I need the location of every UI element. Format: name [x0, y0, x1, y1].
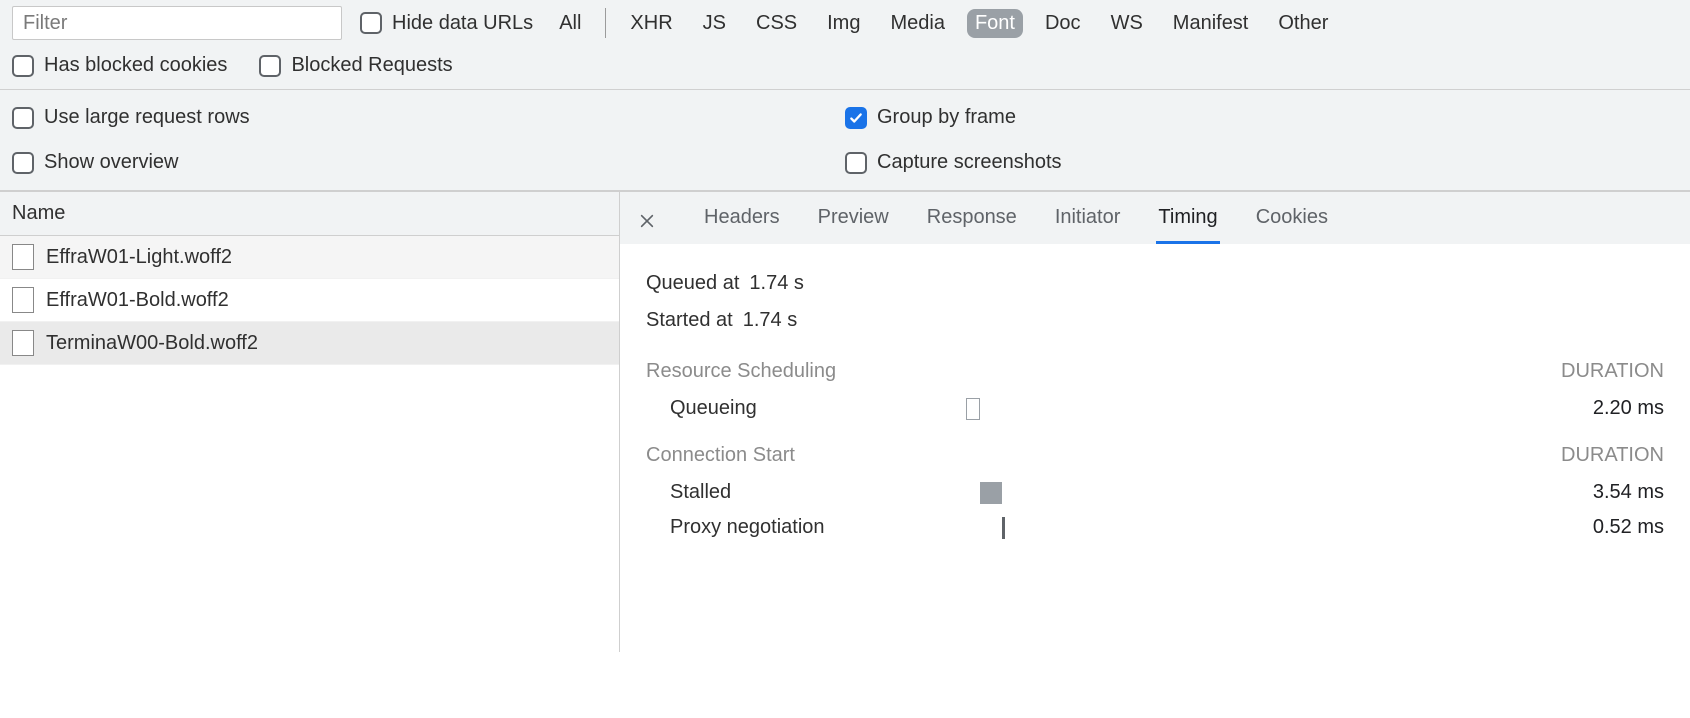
duration-header: DURATION — [1561, 360, 1664, 383]
hide-data-urls-label: Hide data URLs — [392, 12, 533, 35]
network-split-view: Name EffraW01-Light.woff2 EffraW01-Bold.… — [0, 192, 1690, 652]
file-icon — [12, 287, 34, 313]
section-title: Connection Start — [646, 444, 795, 467]
request-name: TerminaW00-Bold.woff2 — [46, 332, 258, 355]
filter-css[interactable]: CSS — [748, 9, 805, 38]
duration-header: DURATION — [1561, 444, 1664, 467]
tab-response[interactable]: Response — [925, 198, 1019, 244]
group-by-frame-label: Group by frame — [877, 106, 1016, 129]
timing-bar-icon — [966, 398, 980, 420]
tab-timing[interactable]: Timing — [1156, 198, 1219, 244]
detail-tab-bar: Headers Preview Response Initiator Timin… — [620, 192, 1690, 244]
tab-preview[interactable]: Preview — [816, 198, 891, 244]
use-large-rows-checkbox[interactable]: Use large request rows — [12, 106, 845, 129]
filter-ws[interactable]: WS — [1103, 9, 1151, 38]
metric-label: Proxy negotiation — [646, 516, 966, 539]
filter-img[interactable]: Img — [819, 9, 868, 38]
filter-media[interactable]: Media — [882, 9, 952, 38]
capture-screenshots-checkbox[interactable]: Capture screenshots — [845, 151, 1678, 174]
checkbox-box — [845, 152, 867, 174]
metric-stalled: Stalled 3.54 ms — [646, 475, 1664, 510]
timing-bar-icon — [1002, 517, 1005, 539]
table-row[interactable]: EffraW01-Bold.woff2 — [0, 279, 619, 322]
request-name: EffraW01-Light.woff2 — [46, 246, 232, 269]
filter-input[interactable] — [12, 6, 342, 40]
tab-initiator[interactable]: Initiator — [1053, 198, 1123, 244]
file-icon — [12, 330, 34, 356]
metric-proxy-negotiation: Proxy negotiation 0.52 ms — [646, 510, 1664, 545]
network-filter-bar: Hide data URLs All XHR JS CSS Img Media … — [0, 0, 1690, 90]
close-icon[interactable] — [634, 208, 660, 234]
timing-queued-at: Queued at 1.74 s — [646, 268, 1664, 305]
queued-at-value: 1.74 s — [749, 272, 803, 295]
group-by-frame-checkbox[interactable]: Group by frame — [845, 106, 1678, 129]
checkbox-box — [12, 152, 34, 174]
timing-started-at: Started at 1.74 s — [646, 305, 1664, 342]
checkbox-box — [360, 12, 382, 34]
timing-bar-icon — [980, 482, 1002, 504]
request-name: EffraW01-Bold.woff2 — [46, 289, 229, 312]
resource-type-filters: All XHR JS CSS Img Media Font Doc WS Man… — [551, 8, 1336, 38]
request-list: EffraW01-Light.woff2 EffraW01-Bold.woff2… — [0, 236, 619, 365]
use-large-rows-label: Use large request rows — [44, 106, 250, 129]
checkbox-box — [259, 55, 281, 77]
blocked-requests-checkbox[interactable]: Blocked Requests — [259, 54, 452, 77]
checkbox-box — [12, 107, 34, 129]
show-overview-label: Show overview — [44, 151, 179, 174]
metric-label: Stalled — [646, 481, 966, 504]
request-detail-pane: Headers Preview Response Initiator Timin… — [620, 192, 1690, 652]
timing-panel: Queued at 1.74 s Started at 1.74 s Resou… — [620, 244, 1690, 569]
started-at-label: Started at — [646, 309, 733, 332]
filter-manifest[interactable]: Manifest — [1165, 9, 1257, 38]
filter-doc[interactable]: Doc — [1037, 9, 1089, 38]
metric-value: 3.54 ms — [1544, 481, 1664, 504]
section-resource-scheduling: Resource Scheduling DURATION Queueing 2.… — [646, 360, 1664, 426]
has-blocked-cookies-label: Has blocked cookies — [44, 54, 227, 77]
started-at-value: 1.74 s — [743, 309, 797, 332]
filter-all[interactable]: All — [551, 9, 589, 38]
metric-label: Queueing — [646, 397, 966, 420]
filter-xhr[interactable]: XHR — [622, 9, 680, 38]
network-view-options: Use large request rows Group by frame Sh… — [0, 90, 1690, 192]
file-icon — [12, 244, 34, 270]
show-overview-checkbox[interactable]: Show overview — [12, 151, 845, 174]
tab-headers[interactable]: Headers — [702, 198, 782, 244]
checkbox-box — [12, 55, 34, 77]
section-connection-start: Connection Start DURATION Stalled 3.54 m… — [646, 444, 1664, 545]
hide-data-urls-checkbox[interactable]: Hide data URLs — [360, 12, 533, 35]
request-list-pane: Name EffraW01-Light.woff2 EffraW01-Bold.… — [0, 192, 620, 652]
filter-divider — [605, 8, 606, 38]
metric-value: 2.20 ms — [1544, 397, 1664, 420]
table-row[interactable]: EffraW01-Light.woff2 — [0, 236, 619, 279]
checkbox-box — [845, 107, 867, 129]
metric-value: 0.52 ms — [1544, 516, 1664, 539]
table-row[interactable]: TerminaW00-Bold.woff2 — [0, 322, 619, 365]
filter-font[interactable]: Font — [967, 9, 1023, 38]
capture-screenshots-label: Capture screenshots — [877, 151, 1062, 174]
section-title: Resource Scheduling — [646, 360, 836, 383]
filter-other[interactable]: Other — [1270, 9, 1336, 38]
tab-cookies[interactable]: Cookies — [1254, 198, 1330, 244]
filter-js[interactable]: JS — [695, 9, 734, 38]
metric-queueing: Queueing 2.20 ms — [646, 391, 1664, 426]
request-list-header[interactable]: Name — [0, 192, 619, 236]
blocked-requests-label: Blocked Requests — [291, 54, 452, 77]
has-blocked-cookies-checkbox[interactable]: Has blocked cookies — [12, 54, 227, 77]
queued-at-label: Queued at — [646, 272, 739, 295]
